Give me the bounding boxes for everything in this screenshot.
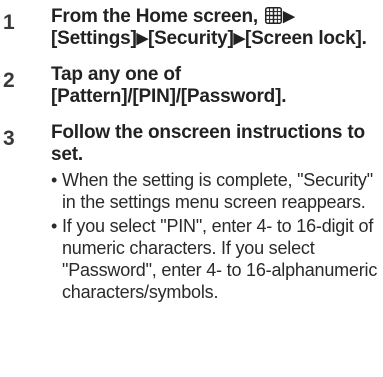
step-1: 1 From the Home screen, ▶ [Settings]▶[Se…: [0, 6, 383, 50]
step-3: 3 Follow the onscreen instructions to se…: [0, 122, 383, 303]
note-text: When the setting is complete, "Security"…: [62, 170, 373, 212]
note-text: If you select "PIN", enter 4- to 16-digi…: [62, 216, 378, 302]
bullet: •: [51, 170, 58, 190]
step-number: 1: [3, 11, 15, 34]
step-1-prefix: From the Home screen,: [51, 6, 258, 27]
step-number: 2: [3, 69, 15, 92]
notes-list: • When the setting is complete, "Securit…: [51, 169, 383, 303]
apps-grid-icon: [265, 7, 283, 24]
bullet: •: [51, 216, 58, 236]
instruction-steps: 1 From the Home screen, ▶ [Settings]▶[Se…: [0, 0, 383, 305]
note-item: • When the setting is complete, "Securit…: [51, 169, 383, 213]
step-1-settings: [Settings]: [51, 28, 137, 49]
step-text: Tap any one of [Pattern]/[PIN]/[Password…: [51, 64, 287, 107]
right-arrow-icon: ▶: [233, 30, 246, 47]
step-1-screen-lock: [Screen lock].: [244, 28, 367, 49]
step-2: 2 Tap any one of [Pattern]/[PIN]/[Passwo…: [0, 64, 383, 108]
note-item: • If you select "PIN", enter 4- to 16-di…: [51, 215, 383, 303]
step-number: 3: [3, 127, 15, 150]
right-arrow-icon: ▶: [283, 8, 295, 25]
right-arrow-icon: ▶: [136, 30, 149, 47]
step-text: Follow the onscreen instructions to set.: [51, 122, 365, 165]
step-1-security: [Security]: [147, 28, 234, 49]
step-text: From the Home screen, ▶ [Settings]▶[Secu…: [51, 6, 383, 50]
